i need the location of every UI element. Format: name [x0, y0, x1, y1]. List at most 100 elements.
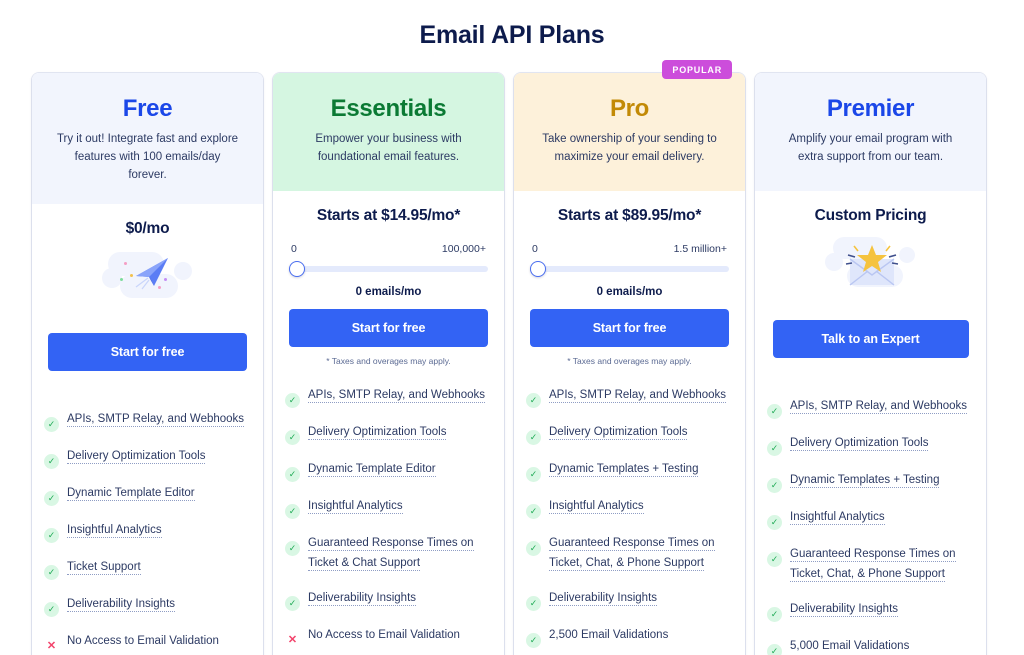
feature-item[interactable]: ✓ Deliverability Insights	[526, 589, 731, 611]
feature-label: Deliverability Insights	[790, 602, 899, 617]
feature-list: ✓ APIs, SMTP Relay, and Webhooks ✓ Deliv…	[514, 386, 745, 648]
feature-item[interactable]: ✓ APIs, SMTP Relay, and Webhooks	[526, 386, 731, 408]
feature-item[interactable]: ✓ Delivery Optimization Tools	[285, 423, 490, 445]
slider-max-label: 100,000+	[441, 243, 486, 255]
plan-disclaimer: * Taxes and overages may apply.	[326, 356, 451, 366]
start-for-free-button[interactable]: Start for free	[48, 333, 247, 372]
feature-item[interactable]: ✓ 5,000 Email Validations	[767, 637, 972, 655]
feature-item: ✕ No Access to Email Validation	[285, 626, 490, 648]
slider-value-label: 0 emails/mo	[355, 286, 422, 298]
feature-label: Insightful Analytics	[549, 500, 644, 514]
check-icon: ✓	[526, 632, 541, 648]
slider-thumb[interactable]	[289, 261, 305, 277]
check-icon: ✓	[526, 504, 541, 519]
slider-track[interactable]	[297, 266, 488, 272]
feature-item[interactable]: ✓ Insightful Analytics	[285, 497, 490, 519]
feature-label: Ticket Support	[67, 561, 141, 576]
feature-item: ✕ No Access to Email Validation	[44, 632, 249, 654]
plan-price: Starts at $89.95/mo*	[557, 207, 702, 224]
plan-disclaimer: * Taxes and overages may apply.	[567, 356, 692, 366]
feature-label: Dynamic Templates + Testing	[549, 463, 699, 477]
check-icon: ✓	[285, 595, 300, 611]
start-for-free-button[interactable]: Start for free	[289, 309, 488, 347]
plan-card-premier: Premier Amplify your email program with …	[755, 73, 986, 655]
check-icon: ✓	[285, 541, 300, 556]
plan-tagline: Take ownership of your sending to maximi…	[542, 133, 717, 163]
check-icon: ✓	[285, 393, 300, 408]
plan-price: Starts at $14.95/mo*	[316, 207, 461, 224]
start-for-free-button[interactable]: Start for free	[530, 309, 729, 347]
feature-item[interactable]: ✓ Guaranteed Response Times on Ticket, C…	[767, 545, 972, 585]
feature-label: Delivery Optimization Tools	[549, 426, 688, 440]
check-icon: ✓	[767, 441, 782, 456]
feature-item[interactable]: ✓ Ticket Support	[44, 558, 249, 581]
plan-name: Essentials	[330, 95, 447, 122]
volume-slider-essentials[interactable]: 0 100,000+ 0 emails/mo	[289, 243, 488, 298]
feature-label: Dynamic Template Editor	[308, 463, 436, 477]
feature-item[interactable]: ✓ Dynamic Template Editor	[44, 484, 249, 507]
plan-header-pro: Pro Take ownership of your sending to ma…	[514, 73, 745, 191]
check-icon: ✓	[285, 430, 300, 445]
feature-item[interactable]: ✓ APIs, SMTP Relay, and Webhooks	[767, 397, 972, 419]
check-icon: ✓	[44, 454, 59, 470]
plan-price: $0/mo	[125, 220, 170, 238]
plan-header-essentials: Essentials Empower your business with fo…	[273, 73, 504, 191]
feature-item[interactable]: ✓ Delivery Optimization Tools	[44, 447, 249, 470]
feature-item[interactable]: ✓ Dynamic Template Editor	[285, 460, 490, 482]
feature-label: APIs, SMTP Relay, and Webhooks	[790, 400, 968, 414]
talk-to-expert-button[interactable]: Talk to an Expert	[772, 320, 969, 358]
feature-item[interactable]: ✓ Insightful Analytics	[526, 497, 731, 519]
plan-card-pro: POPULAR Pro Take ownership of your sendi…	[514, 60, 745, 655]
feature-label: Deliverability Insights	[549, 591, 658, 606]
slider-min-label: 0	[291, 243, 297, 255]
feature-label: No Access to Email Validation	[308, 628, 460, 641]
volume-slider-pro[interactable]: 0 1.5 million+ 0 emails/mo	[530, 243, 729, 298]
feature-item[interactable]: ✓ Insightful Analytics	[767, 508, 972, 530]
paper-plane-illustration	[48, 246, 247, 308]
feature-item[interactable]: ✓ Guaranteed Response Times on Ticket, C…	[526, 534, 731, 574]
plan-price: Custom Pricing	[814, 207, 927, 224]
slider-track[interactable]	[538, 266, 729, 272]
feature-list: ✓ APIs, SMTP Relay, and Webhooks ✓ Deliv…	[273, 386, 504, 648]
feature-item[interactable]: ✓ Guaranteed Response Times on Ticket & …	[285, 534, 490, 574]
slider-thumb[interactable]	[530, 261, 546, 277]
popular-badge: POPULAR	[662, 60, 732, 79]
plan-tagline: Try it out! Integrate fast and explore f…	[56, 133, 239, 181]
check-icon: ✓	[526, 393, 541, 408]
feature-label: Guaranteed Response Times on Ticket & Ch…	[308, 537, 474, 571]
feature-item[interactable]: ✓ Deliverability Insights	[44, 595, 249, 618]
feature-item[interactable]: ✓ Dynamic Templates + Testing	[767, 471, 972, 493]
feature-label: APIs, SMTP Relay, and Webhooks	[308, 389, 486, 403]
feature-label: Guaranteed Response Times on Ticket, Cha…	[790, 548, 956, 582]
feature-label: Insightful Analytics	[308, 500, 403, 514]
check-icon: ✓	[767, 404, 782, 419]
feature-label: Delivery Optimization Tools	[790, 437, 929, 451]
check-icon: ✓	[44, 528, 59, 544]
feature-item[interactable]: ✓ Insightful Analytics	[44, 521, 249, 544]
cross-icon: ✕	[46, 640, 57, 653]
slider-max-label: 1.5 million+	[673, 243, 727, 255]
slider-min-label: 0	[532, 243, 538, 255]
feature-item[interactable]: ✓ Deliverability Insights	[767, 600, 972, 622]
check-icon: ✓	[767, 643, 782, 655]
feature-item[interactable]: ✓ Dynamic Templates + Testing	[526, 460, 731, 482]
page-title: Email API Plans	[419, 21, 605, 49]
check-icon: ✓	[767, 478, 782, 493]
plan-tagline: Empower your business with foundational …	[315, 133, 462, 163]
feature-item[interactable]: ✓ Delivery Optimization Tools	[767, 434, 972, 456]
feature-item[interactable]: ✓ 2,500 Email Validations	[526, 626, 731, 648]
plan-header-premier: Premier Amplify your email program with …	[755, 73, 986, 191]
plan-header-free: Free Try it out! Integrate fast and expl…	[32, 73, 263, 205]
feature-item[interactable]: ✓ Deliverability Insights	[285, 589, 490, 611]
feature-item[interactable]: ✓ APIs, SMTP Relay, and Webhooks	[285, 386, 490, 408]
cross-icon: ✕	[287, 633, 298, 646]
check-icon: ✓	[44, 491, 59, 507]
feature-label: 2,500 Email Validations	[549, 628, 669, 641]
check-icon: ✓	[767, 552, 782, 567]
feature-label: Deliverability Insights	[308, 591, 417, 606]
plan-name: Free	[122, 95, 173, 122]
feature-item[interactable]: ✓ Delivery Optimization Tools	[526, 423, 731, 445]
feature-label: APIs, SMTP Relay, and Webhooks	[67, 413, 245, 428]
check-icon: ✓	[526, 595, 541, 611]
feature-item[interactable]: ✓ APIs, SMTP Relay, and Webhooks	[44, 410, 249, 433]
